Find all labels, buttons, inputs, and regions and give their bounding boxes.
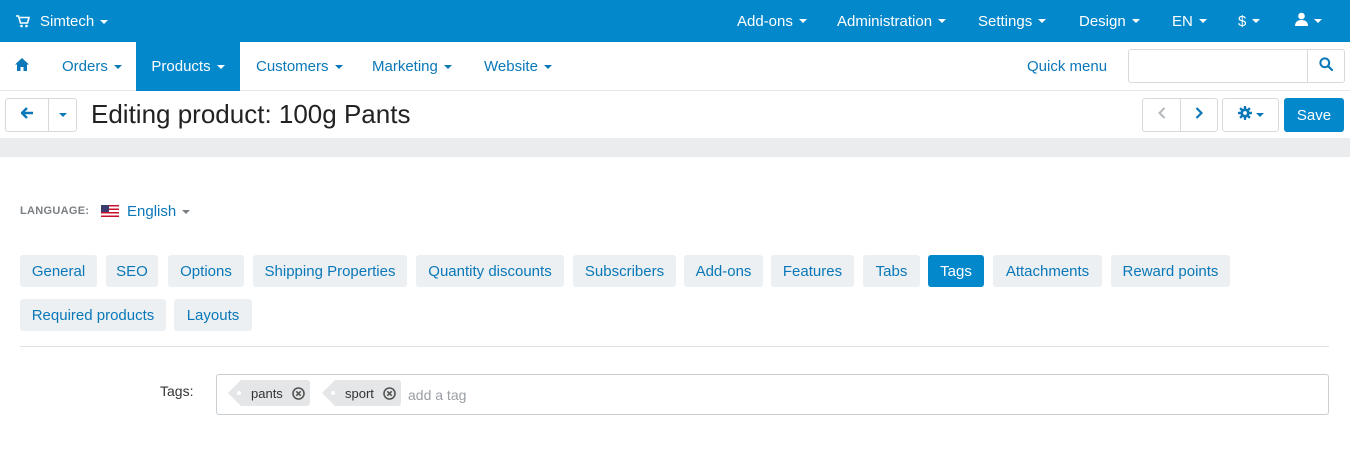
top-bar: Simtech Add-ons Administration Settings … [0, 0, 1350, 42]
back-history-dropdown[interactable] [48, 99, 76, 131]
arrow-left-icon [19, 106, 34, 124]
chevron-down-icon [100, 19, 109, 24]
tab-required-products[interactable]: Required products [20, 299, 166, 331]
nav-orders-label: Orders [62, 58, 108, 75]
chevron-down-icon [798, 19, 807, 23]
tag-chip: pants [228, 380, 310, 406]
tags-label: Tags: [160, 383, 194, 399]
settings-dropdown-button[interactable] [1223, 99, 1278, 131]
chevron-down-icon [938, 19, 947, 23]
header-separator [0, 138, 1350, 157]
next-product-button[interactable] [1180, 99, 1217, 131]
remove-tag-icon[interactable] [292, 386, 305, 400]
topmenu-currency-label: $ [1238, 12, 1247, 30]
home-icon [15, 58, 29, 75]
topmenu-design[interactable]: Design [1079, 0, 1140, 42]
nav-website-label: Website [484, 58, 538, 75]
add-tag-placeholder[interactable]: add a tag [408, 387, 466, 403]
tag-hole [237, 391, 241, 395]
chevron-down-icon [443, 64, 452, 69]
nav-orders[interactable]: Orders [62, 42, 122, 91]
cart-icon [16, 14, 30, 28]
chevron-down-icon [1314, 19, 1322, 23]
tab-subscribers[interactable]: Subscribers [573, 255, 676, 287]
chevron-down-icon [1255, 113, 1264, 117]
nav-customers-label: Customers [256, 58, 329, 75]
gear-icon [1237, 105, 1252, 125]
search-button[interactable] [1307, 50, 1344, 82]
tags-input[interactable]: pants sport add a tag [216, 374, 1329, 415]
topmenu-language[interactable]: EN [1172, 0, 1207, 42]
search-input[interactable] [1129, 50, 1307, 82]
chevron-down-icon [1198, 19, 1207, 23]
topmenu-currency[interactable]: $ [1238, 0, 1261, 42]
topmenu-addons[interactable]: Add-ons [737, 0, 807, 42]
language-value: English [127, 202, 177, 220]
topmenu-settings[interactable]: Settings [978, 0, 1047, 42]
topmenu-addons-label: Add-ons [737, 12, 793, 30]
chevron-down-icon [58, 113, 67, 117]
chevron-down-icon [334, 64, 343, 69]
chevron-left-icon [1157, 106, 1166, 124]
search-box [1128, 49, 1345, 83]
product-pager [1142, 98, 1218, 132]
settings-dropdown-group [1222, 98, 1279, 132]
topmenu-administration-label: Administration [837, 12, 933, 30]
page-title: Editing product: 100g Pants [91, 99, 411, 129]
tabs-divider [20, 346, 1329, 347]
tab-addons[interactable]: Add-ons [684, 255, 763, 287]
tab-shipping-properties[interactable]: Shipping Properties [253, 255, 407, 287]
main-nav: Orders Products Customers Marketing Webs… [0, 42, 1350, 91]
store-name: Simtech [40, 12, 95, 30]
chevron-down-icon [543, 64, 552, 69]
quick-menu-label: Quick menu [1027, 58, 1108, 75]
remove-tag-icon[interactable] [383, 386, 396, 400]
topmenu-language-label: EN [1172, 12, 1193, 30]
tab-tags[interactable]: Tags [928, 255, 984, 287]
topmenu-user[interactable] [1295, 0, 1322, 42]
topmenu-settings-label: Settings [978, 12, 1033, 30]
chevron-right-icon [1195, 106, 1204, 124]
topmenu-design-label: Design [1079, 12, 1126, 30]
topmenu-administration[interactable]: Administration [837, 0, 947, 42]
back-button[interactable] [6, 99, 48, 131]
tab-layouts[interactable]: Layouts [174, 299, 252, 331]
tab-seo[interactable]: SEO [106, 255, 158, 287]
quick-menu-link[interactable]: Quick menu [1027, 42, 1107, 91]
tab-quantity-discounts[interactable]: Quantity discounts [416, 255, 564, 287]
tab-reward-points[interactable]: Reward points [1111, 255, 1230, 287]
language-label: LANGUAGE: [20, 205, 90, 217]
nav-products[interactable]: Products [136, 42, 240, 91]
chevron-down-icon [1252, 19, 1261, 23]
chevron-down-icon [113, 64, 122, 69]
us-flag-icon [101, 205, 119, 217]
home-link[interactable] [0, 42, 44, 91]
title-bar: Editing product: 100g Pants Save [0, 91, 1350, 138]
nav-website[interactable]: Website [484, 42, 552, 91]
save-button[interactable]: Save [1284, 98, 1344, 132]
chevron-down-icon [1131, 19, 1140, 23]
tab-tabs[interactable]: Tabs [863, 255, 920, 287]
nav-products-label: Products [151, 58, 211, 75]
nav-marketing[interactable]: Marketing [372, 42, 452, 91]
tag-label: pants [251, 385, 283, 401]
chevron-down-icon [1038, 19, 1047, 23]
tab-attachments[interactable]: Attachments [993, 255, 1102, 287]
language-select[interactable]: English [101, 199, 191, 223]
tag-chip: sport [322, 380, 401, 406]
chevron-down-icon [182, 209, 191, 214]
store-switcher[interactable]: Simtech [16, 0, 109, 42]
prev-product-button[interactable] [1143, 99, 1180, 131]
back-button-group [5, 98, 77, 132]
nav-customers[interactable]: Customers [256, 42, 343, 91]
nav-marketing-label: Marketing [372, 58, 438, 75]
tab-general[interactable]: General [20, 255, 97, 287]
tab-options[interactable]: Options [168, 255, 244, 287]
user-icon [1295, 12, 1308, 30]
tab-features[interactable]: Features [771, 255, 854, 287]
tag-label: sport [345, 385, 374, 401]
chevron-down-icon [216, 64, 225, 69]
search-icon [1319, 56, 1334, 76]
tag-hole [331, 391, 335, 395]
